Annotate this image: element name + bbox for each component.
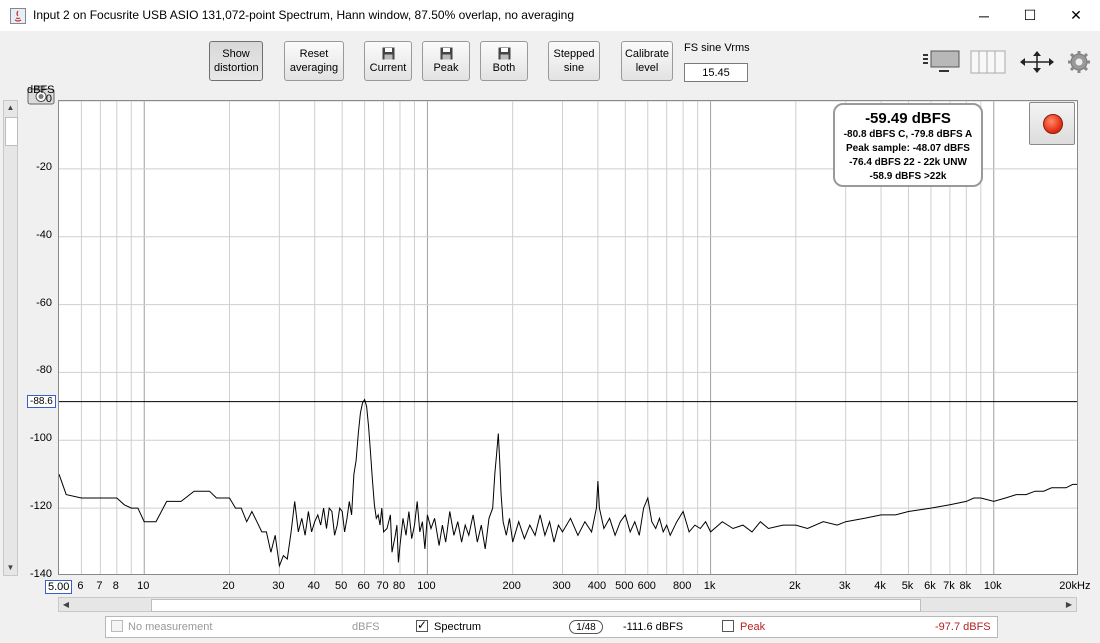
x-tick-label: 40 (307, 580, 320, 592)
x-tick-label: 20 (222, 580, 235, 592)
current-label: Current (369, 62, 407, 74)
settings-gear-icon[interactable] (1067, 50, 1091, 79)
peak-checkbox[interactable] (722, 620, 734, 632)
x-tick-label: 30 (272, 580, 285, 592)
close-button[interactable]: ✕ (1053, 0, 1099, 31)
x-tick-label: 2k (789, 580, 801, 592)
show-distortion-button[interactable]: Show distortion (209, 41, 263, 81)
fs-sine-input[interactable]: 15.45 (684, 63, 748, 82)
y-tick-label: -40 (36, 228, 52, 241)
scroll-right-arrow-icon[interactable]: ▶ (1062, 598, 1076, 611)
y-tick-label: 0 (45, 93, 52, 105)
x-tick-label: 7 (96, 580, 103, 592)
fs-sine-label: FS sine Vrms (684, 42, 750, 54)
weighted-levels: -80.8 dBFS C, -79.8 dBFS A (843, 129, 973, 140)
save-disk-icon (498, 47, 510, 60)
x-tick-label: 5k (901, 580, 914, 592)
peak-value: -97.7 dBFS (935, 621, 991, 633)
x-tick-label: 1k (703, 580, 716, 592)
scroll-left-arrow-icon[interactable]: ◀ (59, 598, 73, 611)
no-measurement-checkbox[interactable] (111, 620, 123, 632)
x-tick-label: 8k (959, 580, 972, 592)
split-view-icon[interactable] (970, 49, 1008, 80)
x-start-field[interactable]: 5.00 (45, 580, 73, 594)
x-tick-label: 10k (983, 580, 1002, 592)
record-dot-icon (1043, 114, 1063, 134)
smoothing-indicator[interactable]: 1/48 (569, 620, 603, 634)
horizontal-scrollbar[interactable]: ◀ ▶ (58, 597, 1077, 612)
stepped-sine-label: Stepped sine (553, 48, 595, 74)
level-info-box: -59.49 dBFS -80.8 dBFS C, -79.8 dBFS A P… (833, 103, 983, 187)
y-tick-label: -20 (36, 160, 52, 173)
x-tick-label: 300 (552, 580, 571, 592)
x-tick-label: 800 (672, 580, 692, 592)
record-button[interactable] (1029, 102, 1075, 145)
reset-averaging-button[interactable]: Reset averaging (284, 41, 344, 81)
save-both-button[interactable]: Both (480, 41, 528, 81)
x-tick-label: 200 (502, 580, 521, 592)
spectrum-value: -111.6 dBFS (623, 621, 684, 633)
x-tick-label: 4k (874, 580, 886, 592)
x-tick-label: 10 (137, 580, 150, 592)
no-measurement-label: No measurement (128, 621, 213, 633)
y-tick-label: -100 (29, 432, 52, 445)
above-22k-level: -58.9 dBFS >22k (869, 171, 947, 182)
vertical-scrollbar[interactable]: ▲ ▼ (3, 100, 18, 576)
no-measurement-unit: dBFS (352, 621, 380, 633)
y-tick-label: -80 (36, 364, 52, 377)
x-tick-label: 600 (637, 580, 656, 592)
x-tick-label: 3k (838, 580, 851, 592)
calibrate-level-button[interactable]: Calibrate level (621, 41, 673, 81)
minimize-button[interactable]: ─ (961, 0, 1007, 31)
x-tick-label: 70 (376, 580, 389, 592)
show-distortion-label: Show distortion (214, 48, 259, 74)
x-tick-label: 100 (417, 580, 436, 592)
peak-sample: Peak sample: -48.07 dBFS (846, 143, 970, 154)
spectrum-checkbox[interactable] (416, 618, 428, 632)
x-tick-label: 6k (924, 580, 936, 592)
rms-level: -59.49 dBFS (865, 110, 951, 127)
save-current-button[interactable]: Current (364, 41, 412, 81)
window-title: Input 2 on Focusrite USB ASIO 131,072-po… (33, 8, 574, 22)
x-tick-label: 50 (335, 580, 348, 592)
x-tick-label: 500 (615, 580, 634, 592)
x-tick-label: 80 (392, 580, 406, 592)
x-tick-label: 400 (587, 580, 607, 592)
trace-layout-icon[interactable] (922, 48, 962, 79)
save-disk-icon (440, 47, 452, 60)
x-tick-label: 7k (943, 580, 955, 592)
calibrate-level-label: Calibrate level (624, 48, 670, 74)
x-tick-label: 6 (77, 580, 84, 592)
title-bar: Input 2 on Focusrite USB ASIO 131,072-po… (0, 0, 1100, 31)
java-app-icon (10, 8, 26, 24)
maximize-button[interactable]: ☐ (1007, 0, 1053, 31)
y-tick-label: -120 (29, 500, 52, 513)
y-tick-label: -60 (36, 296, 52, 309)
x-tick-label: 20kHz (1059, 580, 1091, 592)
save-disk-icon (382, 47, 394, 60)
horizontal-scroll-thumb[interactable] (151, 599, 921, 612)
vertical-scroll-thumb[interactable] (5, 117, 18, 146)
scroll-down-arrow-icon[interactable]: ▼ (4, 561, 17, 575)
spectrum-label: Spectrum (434, 621, 482, 633)
unweighted-level: -76.4 dBFS 22 - 22k UNW (849, 157, 967, 168)
save-peak-button[interactable]: Peak (422, 41, 470, 81)
scroll-up-arrow-icon[interactable]: ▲ (4, 101, 17, 115)
cursor-level-label[interactable]: -88.6 (27, 395, 56, 408)
y-tick-label: -140 (29, 568, 52, 580)
status-bar: No measurement dBFS Spectrum 1/48 -111.6… (105, 616, 998, 638)
spectrum-trace (59, 398, 1077, 568)
x-tick-label: 8 (112, 580, 119, 592)
pan-arrows-icon[interactable] (1018, 49, 1056, 80)
x-tick-label: 60 (357, 580, 370, 592)
reset-averaging-label: Reset averaging (289, 48, 339, 74)
both-label: Both (492, 62, 516, 74)
stepped-sine-button[interactable]: Stepped sine (548, 41, 600, 81)
peak-trace-label: Peak (740, 621, 766, 633)
peak-label: Peak (433, 62, 459, 74)
